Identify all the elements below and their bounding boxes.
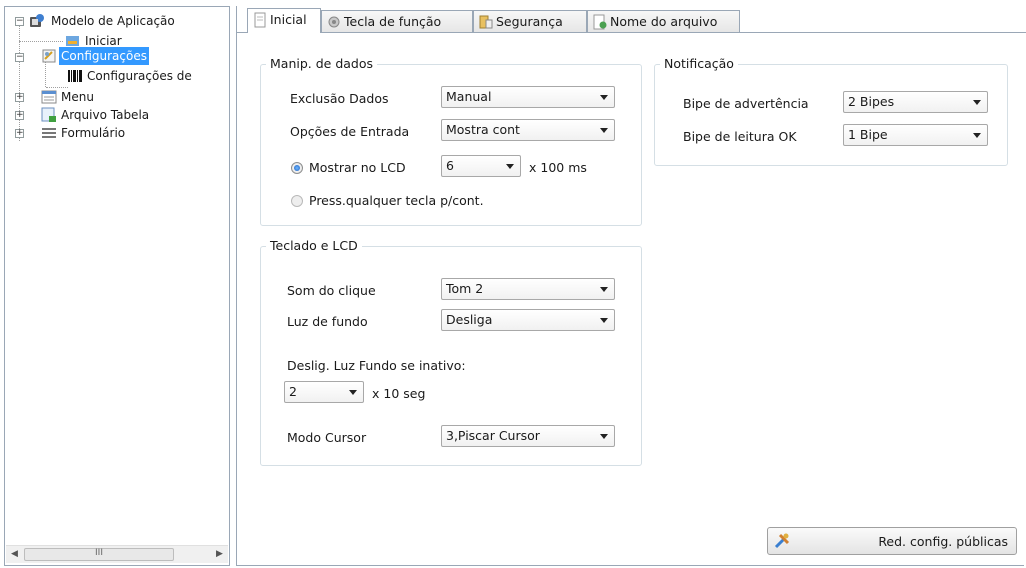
- tree-connector: [19, 41, 63, 42]
- table-file-icon: [41, 107, 56, 122]
- tools-icon: [774, 533, 790, 549]
- application-icon: [30, 14, 44, 27]
- form-icon: [42, 128, 56, 138]
- tab-seguranca[interactable]: Segurança: [473, 10, 587, 32]
- delete-data-label: Exclusão Dados: [290, 91, 389, 106]
- chevron-down-icon: [506, 164, 514, 169]
- reduce-public-config-button[interactable]: Red. config. públicas: [767, 527, 1017, 555]
- scroll-right-icon[interactable]: ▶: [211, 546, 228, 563]
- expand-toggle[interactable]: +: [15, 111, 24, 120]
- read-ok-beep-select[interactable]: 1 Bipe: [843, 124, 988, 146]
- delete-data-select[interactable]: Manual: [441, 86, 615, 108]
- reduce-public-config-label: Red. config. públicas: [878, 534, 1008, 549]
- backlight-select[interactable]: Desliga: [441, 309, 615, 331]
- click-sound-select[interactable]: Tom 2: [441, 278, 615, 300]
- expand-toggle[interactable]: +: [15, 93, 24, 102]
- tab-tecla-de-funcao[interactable]: Tecla de função: [321, 10, 473, 32]
- keypad-lcd-title: Teclado e LCD: [266, 238, 362, 253]
- chevron-down-icon: [600, 95, 608, 100]
- chevron-down-icon: [600, 128, 608, 133]
- show-lcd-unit: x 100 ms: [529, 160, 587, 175]
- function-key-icon: [328, 16, 340, 28]
- tree-item-configuracoes-de[interactable]: Configurações de: [85, 67, 194, 85]
- file-name-icon: [593, 14, 607, 30]
- read-ok-beep-label: Bipe de leitura OK: [683, 129, 797, 144]
- input-options-label: Opções de Entrada: [290, 124, 410, 139]
- cursor-mode-label: Modo Cursor: [287, 430, 367, 445]
- collapse-toggle[interactable]: −: [15, 53, 24, 62]
- warning-beep-label: Bipe de advertência: [683, 96, 809, 111]
- data-handling-title: Manip. de dados: [266, 56, 378, 71]
- tree-item-menu[interactable]: Menu: [59, 88, 96, 106]
- click-sound-label: Som do clique: [287, 283, 376, 298]
- idle-backlight-label: Deslig. Luz Fundo se inativo:: [287, 358, 466, 373]
- idle-backlight-select[interactable]: 2: [284, 381, 364, 403]
- chevron-down-icon: [600, 287, 608, 292]
- scroll-left-icon[interactable]: ◀: [6, 546, 23, 563]
- tab-nome-do-arquivo[interactable]: Nome do arquivo: [587, 10, 740, 32]
- tree-item-configuracoes[interactable]: Configurações: [59, 47, 149, 65]
- press-key-radio[interactable]: [291, 195, 303, 207]
- cursor-mode-select[interactable]: 3,Piscar Cursor: [441, 425, 615, 447]
- document-icon: [254, 12, 266, 28]
- notification-group: [654, 64, 1008, 166]
- menu-icon: [41, 90, 57, 104]
- security-icon: [479, 15, 493, 29]
- tree-item-formulario[interactable]: Formulário: [59, 124, 127, 142]
- warning-beep-select[interactable]: 2 Bipes: [843, 91, 988, 113]
- chevron-down-icon: [973, 100, 981, 105]
- chevron-down-icon: [600, 318, 608, 323]
- collapse-toggle[interactable]: −: [15, 17, 24, 26]
- tree-view[interactable]: − Modelo de Aplicação Iniciar − Configur…: [4, 6, 230, 566]
- tree-item-arquivo-tabela[interactable]: Arquivo Tabela: [59, 106, 151, 124]
- idle-backlight-unit: x 10 seg: [372, 386, 426, 401]
- show-lcd-radio[interactable]: [291, 162, 303, 174]
- scrollbar-thumb[interactable]: III: [24, 548, 174, 561]
- tab-inicial[interactable]: Inicial: [247, 8, 321, 33]
- tree-item-root[interactable]: Modelo de Aplicação: [49, 12, 177, 30]
- expand-toggle[interactable]: +: [15, 129, 24, 138]
- barcode-icon: [68, 70, 82, 82]
- horizontal-scrollbar[interactable]: ◀ III ▶: [6, 545, 228, 563]
- chevron-down-icon: [600, 434, 608, 439]
- tree-connector: [19, 21, 20, 141]
- show-lcd-label: Mostrar no LCD: [309, 160, 406, 175]
- chevron-down-icon: [349, 390, 357, 395]
- notification-title: Notificação: [660, 56, 738, 71]
- input-options-select[interactable]: Mostra cont: [441, 119, 615, 141]
- backlight-label: Luz de fundo: [287, 314, 368, 329]
- chevron-down-icon: [973, 133, 981, 138]
- settings-icon: [42, 49, 56, 63]
- show-lcd-select[interactable]: 6: [441, 155, 521, 177]
- press-key-label: Press.qualquer tecla p/cont.: [309, 193, 484, 208]
